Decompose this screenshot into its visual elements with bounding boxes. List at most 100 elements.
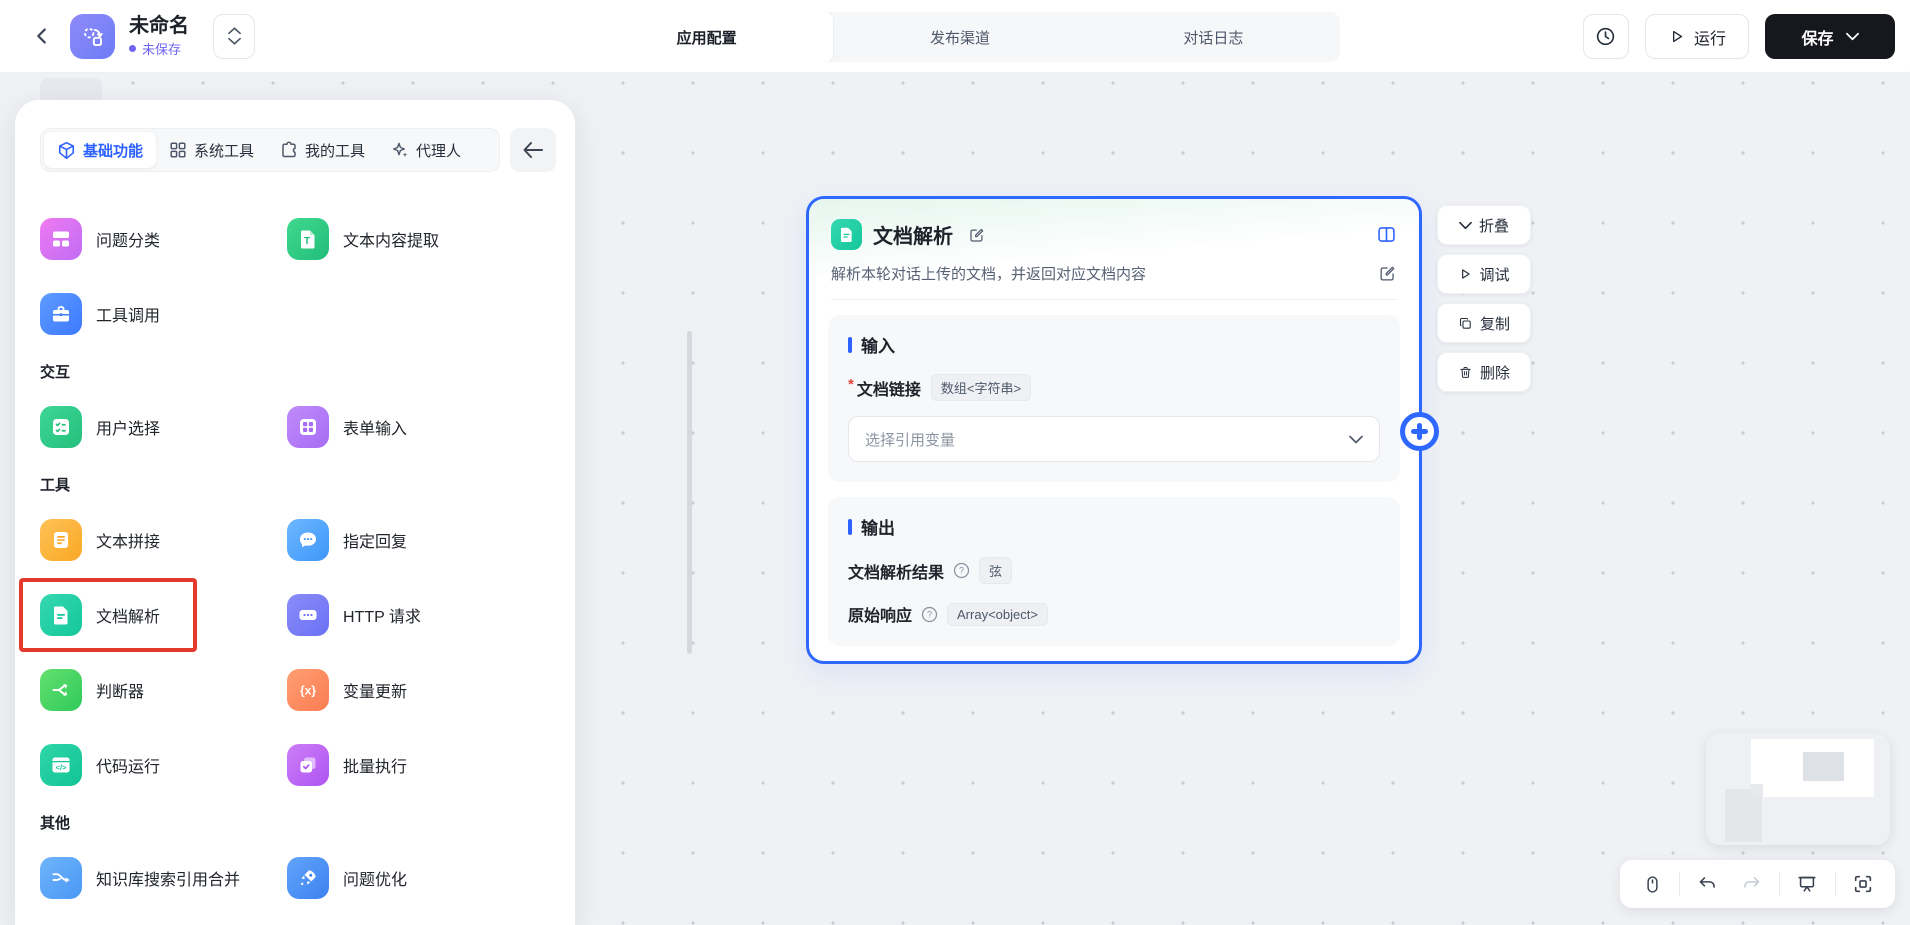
library-item-label: HTTP 请求: [343, 609, 421, 626]
library-item-text-concat[interactable]: 文本拼接: [40, 519, 287, 561]
collapse-panel-button[interactable]: [510, 128, 556, 172]
reference-variable-select[interactable]: 选择引用变量: [848, 416, 1380, 462]
redo-icon: [1744, 876, 1760, 888]
undo-icon: [1699, 876, 1715, 888]
panel-scrollbar[interactable]: [687, 331, 692, 654]
library-item-variable-update[interactable]: {x} 变量更新: [287, 669, 575, 711]
library-item-label: 判断器: [96, 684, 145, 701]
library-item-label: 问题优化: [343, 872, 408, 889]
tab-my-tools[interactable]: 我的工具: [267, 132, 378, 168]
library-item-label: 工具调用: [96, 308, 161, 325]
text-concat-icon: [40, 519, 82, 561]
app-switcher-button[interactable]: [213, 13, 255, 59]
library-item-specified-reply[interactable]: 指定回复: [287, 519, 575, 561]
library-item-label: 文档解析: [96, 609, 161, 626]
doc-parse-node[interactable]: 文档解析 解析本轮对话上传的文档，并返回对应文档内容 输入 * 文档链接 数组<…: [806, 196, 1422, 664]
chevron-left-icon: [37, 28, 46, 44]
arrow-left-icon: [523, 142, 543, 158]
fit-screen-icon: [1854, 875, 1872, 893]
collapse-node-button[interactable]: 折叠: [1437, 205, 1531, 245]
divider: [1779, 872, 1781, 896]
tab-label: 系统工具: [194, 142, 255, 160]
canvas-toolbar: [1620, 860, 1895, 908]
redo-button[interactable]: [1735, 867, 1769, 901]
action-label: 调试: [1479, 266, 1510, 284]
category-icon: [40, 218, 82, 260]
library-item-kb-merge[interactable]: 知识库搜索引用合并: [40, 857, 287, 899]
section-header-interaction: 交互: [40, 364, 71, 381]
output-type-badge: Array<object>: [947, 602, 1048, 626]
kb-merge-icon: [40, 857, 82, 899]
section-bar: [848, 518, 852, 535]
library-item-user-select[interactable]: 用户选择: [40, 406, 287, 448]
back-button[interactable]: [28, 22, 56, 50]
copy-node-button[interactable]: 复制: [1437, 303, 1531, 343]
fit-view-button[interactable]: [1846, 867, 1880, 901]
library-item-label: 问题分类: [96, 233, 161, 250]
node-description: 解析本轮对话上传的文档，并返回对应文档内容: [831, 266, 1147, 283]
status-dot-icon: [129, 44, 136, 52]
split-view-button[interactable]: [1376, 224, 1397, 245]
tab-basic-functions[interactable]: 基础功能: [44, 132, 157, 168]
code-icon: </>: [40, 744, 82, 786]
chevron-down-icon: [1845, 32, 1859, 41]
minimap[interactable]: [1706, 733, 1890, 845]
library-item-code-run[interactable]: </> 代码运行: [40, 744, 287, 786]
library-item-doc-parse[interactable]: 文档解析: [19, 578, 287, 652]
library-item-label: 表单输入: [343, 421, 408, 438]
delete-node-button[interactable]: 删除: [1437, 352, 1531, 392]
app-title: 未命名: [129, 14, 189, 37]
param-type-badge: 数组<字符串>: [930, 374, 1032, 401]
library-item-text-extract[interactable]: T 文本内容提取: [287, 218, 575, 260]
main-tabs: 应用配置 发布渠道 对话日志: [580, 12, 1340, 62]
divider: [831, 299, 1397, 300]
reply-icon: [287, 519, 329, 561]
library-item-http-request[interactable]: HTTP 请求: [287, 594, 575, 636]
library-item-label: 变量更新: [343, 684, 408, 701]
tab-system-tools[interactable]: 系统工具: [156, 132, 267, 168]
edit-title-button[interactable]: [968, 226, 986, 244]
output-field-label: 文档解析结果: [848, 564, 945, 582]
chevron-down-icon: [227, 37, 241, 45]
output-section: 输出 文档解析结果 ? 弦 原始响应 ? Array<object>: [828, 497, 1400, 646]
workflow-icon: [83, 27, 103, 46]
required-asterisk: *: [848, 376, 854, 393]
minimap-node: [1751, 784, 1763, 797]
history-button[interactable]: [1582, 14, 1629, 59]
save-button-label: 保存: [1801, 30, 1834, 48]
chevron-down-icon: [1459, 221, 1472, 229]
pointer-mode-button[interactable]: [1635, 867, 1669, 901]
http-icon: [287, 594, 329, 636]
library-item-question-classify[interactable]: 问题分类: [40, 218, 287, 260]
select-placeholder: 选择引用变量: [865, 431, 956, 449]
run-button[interactable]: 运行: [1644, 14, 1749, 59]
tab-agents[interactable]: 代理人: [378, 132, 474, 168]
help-icon[interactable]: ?: [921, 606, 938, 623]
tab-app-config[interactable]: 应用配置: [580, 12, 834, 62]
output-field-row: 文档解析结果 ? 弦: [848, 557, 1380, 584]
undo-button[interactable]: [1691, 867, 1725, 901]
section-header-tools: 工具: [40, 477, 71, 494]
tab-chat-logs[interactable]: 对话日志: [1087, 12, 1340, 62]
copy-icon: [1459, 317, 1471, 329]
debug-node-button[interactable]: 调试: [1437, 254, 1531, 294]
library-item-batch-run[interactable]: 批量执行: [287, 744, 575, 786]
library-item-tool-call[interactable]: 工具调用: [40, 293, 287, 335]
library-item-question-optimize[interactable]: 问题优化: [287, 857, 575, 899]
node-action-menu: 折叠 调试 复制 删除: [1437, 205, 1531, 392]
minimap-node: [1803, 752, 1844, 781]
help-icon[interactable]: ?: [953, 562, 970, 579]
presentation-button[interactable]: [1790, 867, 1824, 901]
svg-text:T: T: [304, 236, 310, 247]
doc-parse-icon: [40, 594, 82, 636]
output-field-row: 原始响应 ? Array<object>: [848, 602, 1380, 626]
divider: [1679, 872, 1681, 896]
form-input-icon: [287, 406, 329, 448]
add-next-node-button[interactable]: [1400, 412, 1439, 451]
library-item-condition[interactable]: 判断器: [40, 669, 287, 711]
node-library-panel: 基础功能 系统工具 我的工具 代理人 问题分类 T 文本内容提取 工具调用 交互…: [15, 100, 575, 925]
library-item-form-input[interactable]: 表单输入: [287, 406, 575, 448]
edit-description-button[interactable]: [1378, 264, 1397, 283]
save-button[interactable]: 保存: [1765, 14, 1895, 59]
tab-publish-channels[interactable]: 发布渠道: [833, 12, 1086, 62]
